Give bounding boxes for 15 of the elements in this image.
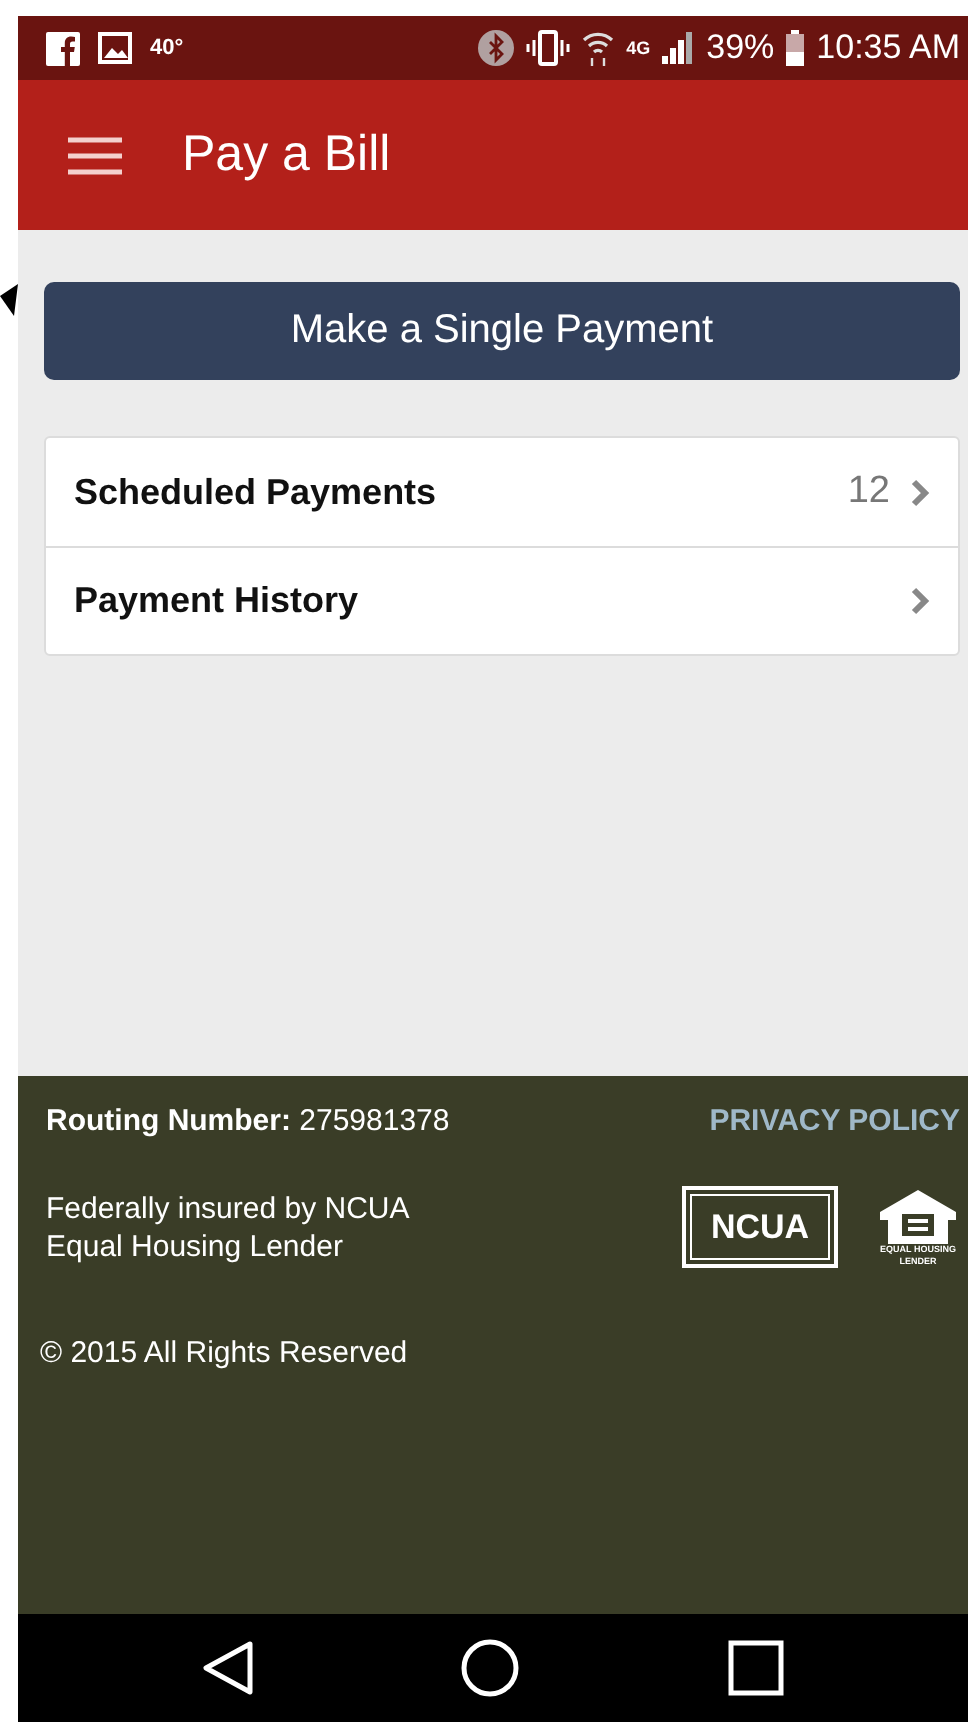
battery-percent-text: 39% bbox=[706, 28, 775, 68]
menu-item[interactable]: Scheduled Payments 12 bbox=[46, 438, 958, 546]
page-title: Pay a Bill bbox=[182, 126, 391, 184]
insurance-text: Federally insured by NCUA bbox=[46, 1191, 410, 1225]
privacy-policy-link[interactable]: PRIVACY POLICY bbox=[709, 1104, 960, 1138]
routing-number-text: Routing Number: 275981378 bbox=[46, 1104, 450, 1138]
network-type-text: 4G bbox=[626, 39, 651, 57]
clock-text: 10:35 AM bbox=[816, 28, 960, 68]
make-payment-button[interactable]: Make a Single Payment bbox=[44, 282, 960, 380]
insurance-text: Equal Housing Lender bbox=[46, 1229, 345, 1263]
copyright-text: © 2015 All Rights Reserved bbox=[40, 1336, 410, 1370]
temperature-text: 40° bbox=[150, 36, 184, 60]
ncua-logo: NCUA bbox=[682, 1186, 838, 1268]
menu-item[interactable]: Payment History bbox=[46, 546, 958, 654]
count-text: 12 bbox=[847, 470, 890, 514]
